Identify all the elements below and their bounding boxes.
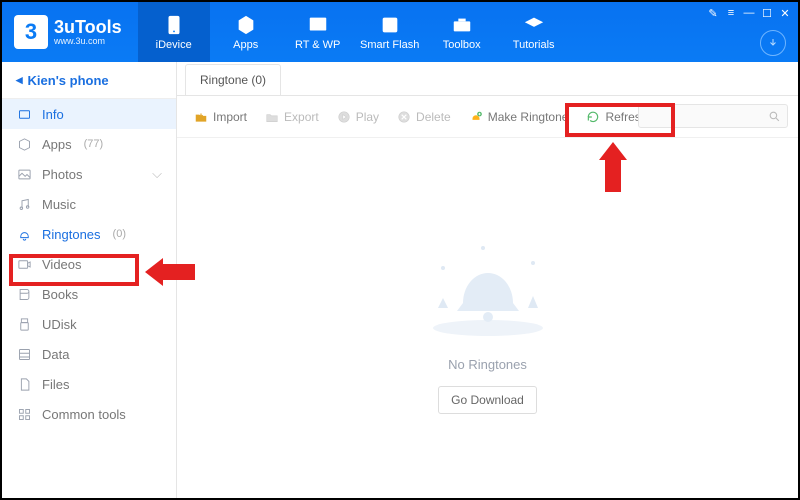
bell-icon [16,226,32,242]
skin-icon[interactable]: ✎ [706,6,720,20]
bell-plus-icon [469,110,483,124]
make-ringtone-button[interactable]: Make Ringtone [462,106,576,128]
delete-icon [397,110,411,124]
book-icon [16,286,32,302]
sidebar-item-label: Ringtones [42,227,101,242]
toolbar-label: Delete [416,110,451,124]
refresh-icon [586,110,600,124]
sidebar-item-label: Photos [42,167,82,182]
app-header: 3 3uTools www.3u.com iDevice Apps RT & W… [2,2,798,62]
play-icon [337,110,351,124]
search-icon [768,110,781,123]
files-icon [16,376,32,392]
phone-icon [163,14,185,36]
topnav-label: Smart Flash [360,39,419,51]
logo-site: www.3u.com [54,36,122,46]
chevron-down-icon: ⌵ [152,166,162,182]
topnav-rtwp[interactable]: RT & WP [282,2,354,62]
sidebar-item-label: Apps [42,137,72,152]
export-icon [265,110,279,124]
sidebar-item-common-tools[interactable]: Common tools [2,399,176,429]
delete-button[interactable]: Delete [390,106,458,128]
topnav-tutorials[interactable]: Tutorials [498,2,570,62]
sidebar-item-music[interactable]: Music [2,189,176,219]
image-icon [307,14,329,36]
toolbar-label: Play [356,110,379,124]
apps-icon [16,136,32,152]
photos-icon [16,166,32,182]
sidebar-item-label: Files [42,377,69,392]
toolbar-label: Make Ringtone [488,110,569,124]
graduation-icon [523,14,545,36]
tab-bar: Ringtone (0) [177,62,798,96]
annotation-arrow-left [145,258,195,291]
sidebar-item-label: Books [42,287,78,302]
info-icon [16,106,32,122]
topnav-idevice[interactable]: iDevice [138,2,210,62]
sidebar-item-label: UDisk [42,317,77,332]
topnav-flash[interactable]: Smart Flash [354,2,426,62]
logo-name: 3uTools [54,18,122,37]
sidebar-item-udisk[interactable]: UDisk [2,309,176,339]
logo: 3 3uTools www.3u.com [2,15,138,49]
download-button[interactable] [760,30,786,56]
sidebar-item-count: (77) [84,138,104,150]
sidebar-item-info[interactable]: Info [2,99,176,129]
topnav-label: Apps [233,39,258,51]
music-icon [16,196,32,212]
sidebar-item-apps[interactable]: Apps (77) [2,129,176,159]
empty-text: No Ringtones [448,357,527,372]
logo-mark: 3 [14,15,48,49]
toolbox-icon [451,14,473,36]
empty-illustration [413,223,563,343]
topnav-label: Tutorials [513,39,555,51]
annotation-arrow-down [599,142,627,197]
topnav-label: Toolbox [443,39,481,51]
udisk-icon [16,316,32,332]
maximize-icon[interactable]: ☐ [760,6,774,20]
topnav-toolbox[interactable]: Toolbox [426,2,498,62]
sidebar-item-count: (0) [113,228,126,240]
data-icon [16,346,32,362]
flash-icon [379,14,401,36]
device-name-label: Kien's phone [28,73,109,88]
sidebar-item-label: Data [42,347,69,362]
video-icon [16,256,32,272]
export-button[interactable]: Export [258,106,326,128]
sidebar-item-label: Music [42,197,76,212]
go-download-button[interactable]: Go Download [438,386,537,414]
toolbar-label: Export [284,110,319,124]
main-panel: Ringtone (0) Import Export Play Delete M… [177,62,798,498]
topnav-label: RT & WP [295,39,340,51]
device-name[interactable]: ◂ Kien's phone [2,62,176,99]
sidebar-item-label: Videos [42,257,82,272]
apps-icon [235,14,257,36]
sidebar-item-data[interactable]: Data [2,339,176,369]
topnav-label: iDevice [156,39,192,51]
sidebar-item-label: Common tools [42,407,126,422]
grid-icon [16,406,32,422]
menu-icon[interactable]: ≡ [724,6,738,20]
import-icon [194,110,208,124]
play-button[interactable]: Play [330,106,386,128]
search-input[interactable] [638,104,788,128]
topnav-apps[interactable]: Apps [210,2,282,62]
sidebar-item-photos[interactable]: Photos ⌵ [2,159,176,189]
close-icon[interactable]: ✕ [778,6,792,20]
empty-state: No Ringtones Go Download [177,138,798,498]
sidebar-item-label: Info [42,107,64,122]
import-button[interactable]: Import [187,106,254,128]
tab-ringtone[interactable]: Ringtone (0) [185,64,281,95]
sidebar-item-files[interactable]: Files [2,369,176,399]
window-controls: ✎ ≡ — ☐ ✕ [706,6,792,20]
top-nav: iDevice Apps RT & WP Smart Flash Toolbox… [138,2,570,62]
minimize-icon[interactable]: — [742,6,756,20]
sidebar-item-ringtones[interactable]: Ringtones (0) [2,219,176,249]
download-icon [767,37,779,49]
toolbar-label: Import [213,110,247,124]
toolbar: Import Export Play Delete Make Ringtone … [177,96,798,138]
